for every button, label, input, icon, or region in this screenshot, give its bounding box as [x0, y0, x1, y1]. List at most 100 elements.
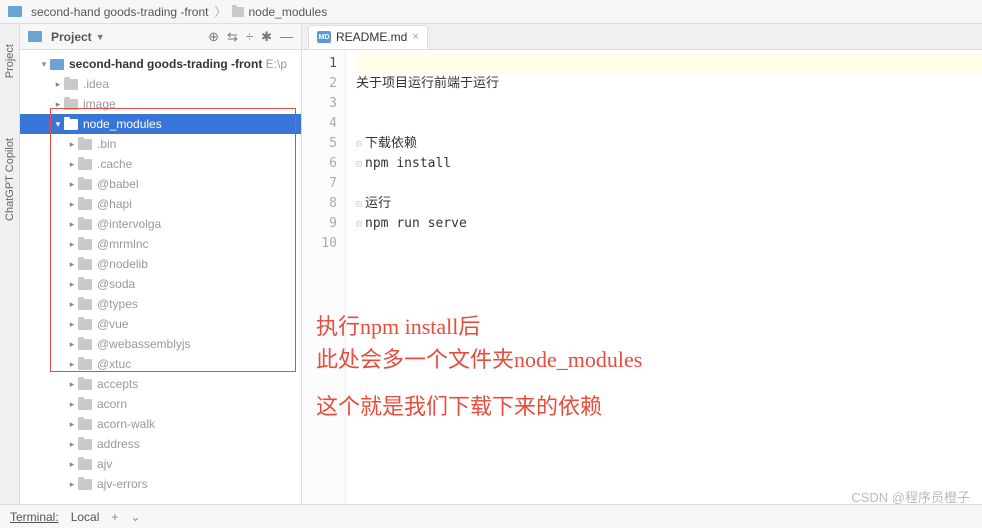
folder-icon [78, 459, 92, 470]
breadcrumb-root[interactable]: second-hand goods-trading -front [8, 5, 208, 19]
tree-item[interactable]: ▸@vue [20, 314, 301, 334]
tree-root-path: E:\p [262, 57, 287, 71]
chevron-right-icon: 〉 [214, 3, 226, 20]
project-icon [50, 59, 64, 70]
tree-item-label: @xtuc [97, 357, 131, 371]
code-line[interactable] [356, 54, 982, 74]
tree-item-label: image [83, 97, 116, 111]
select-opened-file-icon[interactable]: ⊕ [208, 29, 219, 45]
code-line[interactable] [356, 114, 982, 134]
chevron-down-icon: ▾ [52, 119, 64, 130]
tree-item[interactable]: ▸ @babel [20, 174, 301, 194]
hide-panel-icon[interactable]: — [280, 29, 293, 45]
code-editor[interactable]: 关于项目运行前端于运行 ⊟下载依赖⊟npm install ⊟运行⊟npm run … [346, 50, 982, 504]
tree-item[interactable]: ▸@soda [20, 274, 301, 294]
code-line[interactable] [356, 174, 982, 194]
gutter-copilot-tab[interactable]: ChatGPT Copilot [4, 138, 16, 221]
chevron-right-icon: ▸ [66, 279, 78, 290]
tree-item[interactable]: ▸ acorn-walk [20, 414, 301, 434]
folder-icon [78, 339, 92, 350]
tree-item[interactable]: ▸ajv-errors [20, 474, 301, 494]
collapse-all-icon[interactable]: ÷ [246, 29, 253, 45]
bottom-bar: Terminal: Local + ⌄ [0, 504, 982, 528]
tree-item[interactable]: ▸.cache [20, 154, 301, 174]
add-terminal-icon[interactable]: + [111, 510, 118, 524]
gutter-project-tab[interactable]: Project [4, 44, 16, 78]
fold-icon: ⊟ [356, 159, 362, 170]
expand-all-icon[interactable]: ⇆ [227, 29, 238, 45]
code-line[interactable]: ⊟npm install [356, 154, 982, 174]
tree-item[interactable]: ▸ .bin [20, 134, 301, 154]
folder-icon [78, 399, 92, 410]
breadcrumb: second-hand goods-trading -front 〉 node_… [0, 0, 982, 24]
tree-item[interactable]: ▸@intervolga [20, 214, 301, 234]
tree-item[interactable]: ▸acorn [20, 394, 301, 414]
folder-icon [78, 179, 92, 190]
tree-item-label: acorn [97, 397, 127, 411]
folder-icon [78, 359, 92, 370]
tree-item[interactable]: ▸@types [20, 294, 301, 314]
panel-header: Project ▼ ⊕ ⇆ ÷ ✱ — [20, 24, 301, 50]
tree-item[interactable]: ▸@hapi [20, 194, 301, 214]
tab-readme[interactable]: MD README.md × [308, 25, 428, 49]
chevron-right-icon: ▸ [66, 179, 78, 190]
tree-item[interactable]: ▸ @xtuc [20, 354, 301, 374]
close-icon[interactable]: × [412, 31, 418, 43]
project-icon [8, 6, 22, 17]
tree-root[interactable]: ▾ second-hand goods-trading -front E:\p [20, 54, 301, 74]
tab-bar: MD README.md × [302, 24, 982, 50]
tree-item-label: .cache [97, 157, 132, 171]
breadcrumb-root-label: second-hand goods-trading -front [31, 5, 208, 19]
fold-icon: ⊟ [356, 139, 362, 150]
code-line[interactable]: ⊟npm run serve [356, 214, 982, 234]
tree-item-label: .bin [97, 137, 116, 151]
tree-item-label: @nodelib [97, 257, 148, 271]
tree-item-label: acorn-walk [97, 417, 155, 431]
chevron-right-icon: ▸ [66, 459, 78, 470]
tree-item-label: node_modules [83, 117, 162, 131]
tab-label: README.md [336, 30, 407, 44]
chevron-right-icon: ▸ [66, 359, 78, 370]
code-line[interactable]: ⊟运行 [356, 194, 982, 214]
tree-root-label: second-hand goods-trading -front [69, 57, 262, 71]
panel-title[interactable]: Project ▼ [28, 30, 105, 44]
code-line[interactable]: ⊟下载依赖 [356, 134, 982, 154]
tree-item[interactable]: ▸@mrmlnc [20, 234, 301, 254]
tree-item[interactable]: ▸ @nodelib [20, 254, 301, 274]
left-tool-gutter: Project ChatGPT Copilot [0, 24, 20, 504]
tree-item-label: accepts [97, 377, 138, 391]
tree-item[interactable]: ▸ajv [20, 454, 301, 474]
folder-icon [78, 219, 92, 230]
folder-icon [64, 119, 78, 130]
terminal-local-tab[interactable]: Local [71, 510, 100, 524]
chevron-right-icon: ▸ [66, 259, 78, 270]
folder-icon [78, 319, 92, 330]
folder-icon [78, 419, 92, 430]
folder-icon [78, 479, 92, 490]
terminal-label[interactable]: Terminal: [10, 510, 59, 524]
chevron-right-icon: ▸ [66, 139, 78, 150]
tree-item-idea[interactable]: ▸ .idea [20, 74, 301, 94]
tree-item-label: @babel [97, 177, 139, 191]
tree-item-node-modules[interactable]: ▾ node_modules [20, 114, 301, 134]
chevron-right-icon: ▸ [66, 419, 78, 430]
chevron-down-icon[interactable]: ⌄ [130, 510, 140, 524]
tree-item[interactable]: ▸accepts [20, 374, 301, 394]
settings-icon[interactable]: ✱ [261, 29, 272, 45]
tree-item-image[interactable]: ▸ image [20, 94, 301, 114]
folder-icon [78, 299, 92, 310]
project-tree[interactable]: ▾ second-hand goods-trading -front E:\p … [20, 50, 301, 504]
tree-item[interactable]: ▸address [20, 434, 301, 454]
breadcrumb-current[interactable]: node_modules [232, 5, 327, 19]
code-line[interactable] [356, 234, 982, 254]
chevron-right-icon: ▸ [66, 239, 78, 250]
folder-icon [78, 379, 92, 390]
chevron-right-icon: ▸ [66, 439, 78, 450]
code-line[interactable]: 关于项目运行前端于运行 [356, 74, 982, 94]
folder-icon [78, 139, 92, 150]
chevron-down-icon: ▼ [96, 32, 105, 42]
code-line[interactable] [356, 94, 982, 114]
tree-item[interactable]: ▸@webassemblyjs [20, 334, 301, 354]
annotation-text: 执行npm install后 此处会多一个文件夹node_modules 这个就… [316, 310, 642, 423]
folder-icon [78, 259, 92, 270]
